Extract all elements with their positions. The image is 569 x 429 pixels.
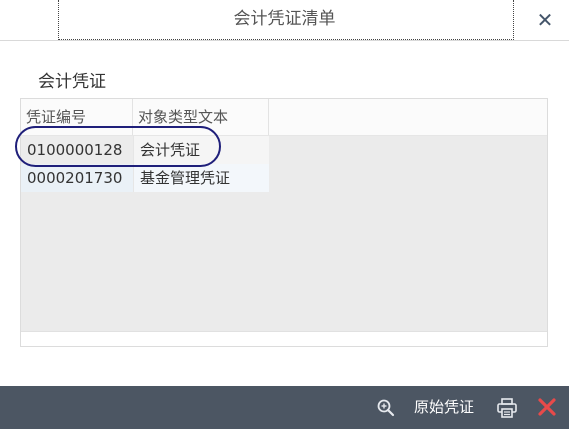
print-icon[interactable] [496, 397, 518, 419]
table-body: 0100000128 会计凭证 0000201730 基金管理凭证 [21, 136, 547, 331]
exit-icon[interactable] [537, 397, 557, 417]
object-type-cell[interactable]: 基金管理凭证 [133, 164, 269, 192]
voucher-number-cell[interactable]: 0000201730 [21, 164, 133, 192]
voucher-list-dialog: 会计凭证清单 ✕ 会计凭证 凭证编号 对象类型文本 0100000128 会计凭… [0, 0, 569, 429]
table-row[interactable]: 0000201730 基金管理凭证 [21, 164, 269, 192]
dialog-title: 会计凭证清单 [233, 9, 336, 29]
close-icon[interactable]: ✕ [532, 7, 558, 33]
column-header-object-type-text[interactable]: 对象类型文本 [133, 99, 269, 135]
section-title: 会计凭证 [38, 72, 106, 92]
object-type-cell[interactable]: 会计凭证 [133, 136, 269, 164]
column-header-voucher-number[interactable]: 凭证编号 [21, 99, 133, 135]
table-row[interactable]: 0100000128 会计凭证 [21, 136, 269, 164]
bottom-toolbar: 原始凭证 [0, 386, 569, 429]
zoom-icon[interactable] [376, 398, 396, 418]
horizontal-scrollbar[interactable] [21, 331, 547, 346]
table-header: 凭证编号 对象类型文本 [21, 99, 547, 136]
voucher-table: 凭证编号 对象类型文本 0100000128 会计凭证 0000201730 基… [20, 98, 548, 347]
title-bar: 会计凭证清单 ✕ [0, 0, 569, 41]
original-voucher-button[interactable]: 原始凭证 [414, 386, 474, 429]
voucher-number-cell[interactable]: 0100000128 [21, 136, 133, 164]
